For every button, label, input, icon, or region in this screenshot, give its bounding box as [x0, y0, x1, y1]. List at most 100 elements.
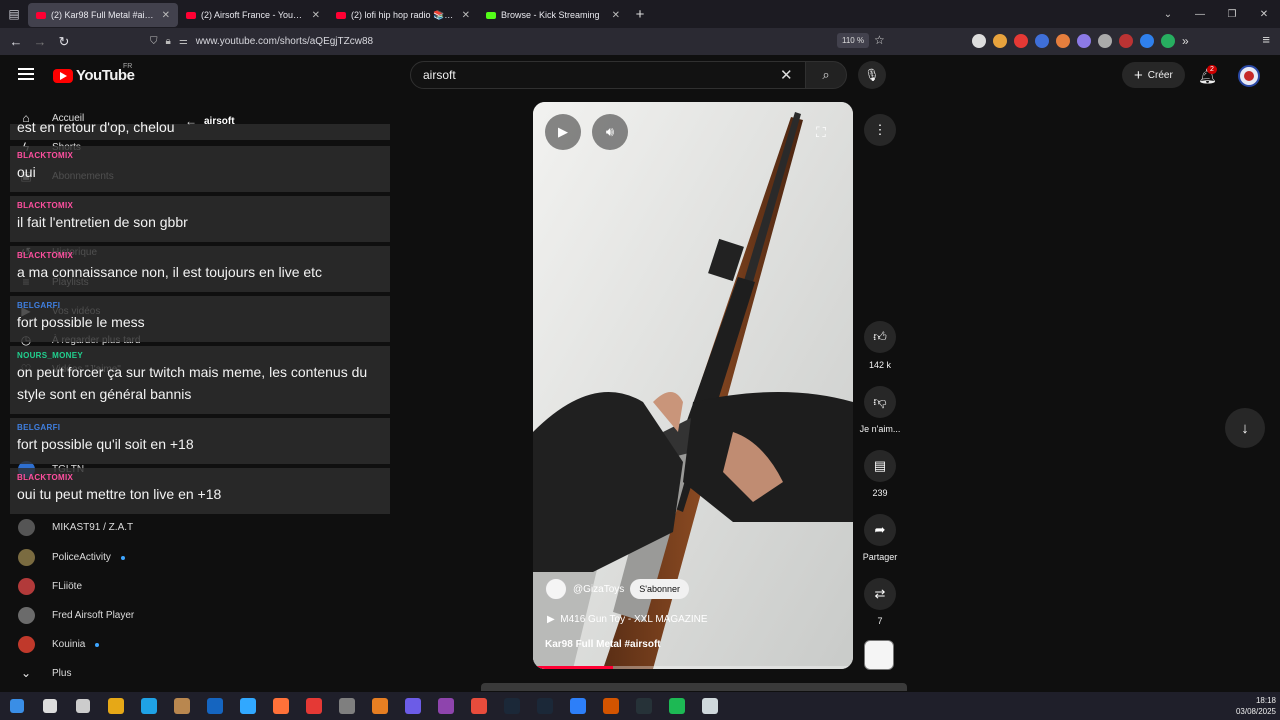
taskbar-app[interactable]	[297, 692, 330, 720]
channel-avatar[interactable]	[545, 578, 567, 600]
youtube-logo[interactable]: YouTube FR	[53, 63, 135, 84]
extension-icon[interactable]	[1077, 34, 1091, 48]
close-tab-icon[interactable]: ✕	[162, 10, 170, 21]
live-dot	[120, 555, 125, 560]
sidebar-item[interactable]: MIKAST91 / Z.A.T	[18, 519, 133, 536]
taskbar-app[interactable]	[132, 692, 165, 720]
channel-name[interactable]: @GizaToys	[573, 584, 624, 595]
extension-icon[interactable]	[1119, 34, 1133, 48]
permissions-icon[interactable]: ⚌	[179, 36, 188, 47]
taskbar-app[interactable]	[198, 692, 231, 720]
taskbar-app[interactable]	[99, 692, 132, 720]
play-button[interactable]: ▶	[545, 114, 581, 150]
video-progress-bar[interactable]	[533, 666, 853, 669]
taskbar-app[interactable]	[528, 692, 561, 720]
taskbar-app[interactable]	[429, 692, 462, 720]
url-text[interactable]: www.youtube.com/shorts/aQEgjTZcw88	[196, 36, 373, 47]
lock-icon[interactable]: 🔒︎	[166, 36, 171, 47]
remix-button[interactable]: ⇄	[864, 578, 896, 610]
puzzle-icon[interactable]	[1098, 34, 1112, 48]
adblock-icon[interactable]	[1014, 34, 1028, 48]
new-tab-button[interactable]: +	[628, 6, 652, 23]
share-button[interactable]: ➦	[864, 514, 896, 546]
chevron-down-icon: ⌄	[20, 666, 32, 680]
extension-icon[interactable]	[1035, 34, 1049, 48]
maximize-button[interactable]: ❐	[1216, 9, 1248, 20]
close-tab-icon[interactable]: ✕	[312, 10, 320, 21]
tab-overflow-icon[interactable]: ⌄	[1152, 9, 1184, 20]
taskbar-app[interactable]	[462, 692, 495, 720]
overflow-chevron-icon[interactable]: »	[1182, 34, 1189, 48]
next-short-button[interactable]: ↓	[1225, 408, 1265, 448]
like-button[interactable]: 👍︎	[864, 321, 896, 353]
extension-icon[interactable]	[972, 34, 986, 48]
close-window-button[interactable]: ✕	[1248, 9, 1280, 20]
search-button[interactable]: ⌕	[805, 61, 847, 89]
taskbar-app[interactable]	[33, 692, 66, 720]
taskbar-app[interactable]	[495, 692, 528, 720]
dislike-button[interactable]: 👎︎	[864, 386, 896, 418]
taskbar-app[interactable]	[660, 692, 693, 720]
browser-tab[interactable]: (2) Airsoft France - YouTube ✕	[178, 3, 328, 27]
account-avatar[interactable]	[1238, 65, 1260, 87]
create-button[interactable]: + Créer	[1122, 62, 1185, 88]
hashtag-link[interactable]: #airsoft	[624, 639, 660, 650]
extension-icon[interactable]	[1161, 34, 1175, 48]
reload-button[interactable]: ↻	[52, 34, 76, 50]
subscribe-button[interactable]: S'abonner	[630, 579, 690, 599]
mute-button[interactable]: 🔊︎	[592, 114, 628, 150]
taskbar-app[interactable]	[396, 692, 429, 720]
taskbar-app[interactable]	[363, 692, 396, 720]
sound-thumbnail[interactable]	[864, 640, 894, 670]
sidebar-item[interactable]: Fred Airsoft Player	[18, 607, 134, 624]
shorts-player[interactable]: ▶ 🔊︎ ⛶ @GizaToys S'abonner ▶ M416 Gun To…	[533, 102, 853, 669]
comments-button[interactable]: ▤	[864, 450, 896, 482]
extension-icon[interactable]	[1140, 34, 1154, 48]
chat-message: BLACKTOMIX il fait l'entretien de son gbb…	[10, 196, 390, 242]
photoshop-icon	[239, 698, 256, 714]
search-input[interactable]: airsoft	[410, 61, 806, 89]
shield-icon[interactable]: ⛉	[150, 36, 158, 47]
taskbar-app[interactable]	[0, 692, 33, 720]
extension-icon[interactable]	[1056, 34, 1070, 48]
taskbar-app[interactable]	[693, 692, 726, 720]
taskbar-app[interactable]	[231, 692, 264, 720]
zoom-level[interactable]: 110 %	[837, 33, 870, 48]
sidebar-item[interactable]: FLiiöte	[18, 578, 82, 595]
taskbar-app[interactable]	[561, 692, 594, 720]
tab-list-icon[interactable]: ▤	[0, 0, 28, 28]
browser-tab[interactable]: (2) Kar98 Full Metal #airsoft - Yo ✕	[28, 3, 178, 27]
fullscreen-icon[interactable]: ⛶	[816, 124, 826, 141]
app-menu-icon[interactable]: ≡	[1262, 32, 1270, 47]
sidebar-item[interactable]: Kouinia	[18, 636, 100, 653]
clear-search-icon[interactable]: ✕	[780, 66, 793, 84]
extension-icon[interactable]	[993, 34, 1007, 48]
more-options-button[interactable]: ⋮	[864, 114, 896, 146]
notification-count-badge: 2	[1207, 65, 1217, 74]
music-link[interactable]: ▶ M416 Gun Toy - XXL MAGAZINE	[547, 614, 708, 625]
voice-search-button[interactable]: 🎙︎	[858, 61, 886, 89]
system-clock[interactable]: 18:18 03/08/2025	[1236, 695, 1276, 717]
bookmark-star-icon[interactable]: ☆	[874, 33, 885, 47]
close-tab-icon[interactable]: ✕	[462, 10, 470, 21]
hamburger-menu-icon[interactable]	[18, 68, 34, 80]
bottom-panel-handle[interactable]	[481, 683, 907, 691]
sidebar-item[interactable]: ⌄ Plus	[18, 665, 71, 681]
sidebar-item[interactable]: PoliceActivity	[18, 549, 125, 566]
browser-tab[interactable]: Browse - Kick Streaming ✕	[478, 3, 628, 27]
chat-message: BLACKTOMIX oui	[10, 146, 390, 192]
taskbar-app[interactable]	[627, 692, 660, 720]
search-term-chip[interactable]: airsoft	[204, 116, 235, 127]
back-button[interactable]: ←	[4, 34, 28, 49]
taskbar-app[interactable]	[330, 692, 363, 720]
browser-tab[interactable]: (2) lofi hip hop radio 📚 be ✕	[328, 3, 478, 27]
taskbar-app[interactable]	[264, 692, 297, 720]
back-arrow-icon[interactable]: ←	[185, 114, 197, 128]
taskbar-app[interactable]	[66, 692, 99, 720]
forward-button[interactable]: →	[28, 34, 52, 49]
minimize-button[interactable]: —	[1184, 9, 1216, 20]
close-tab-icon[interactable]: ✕	[612, 10, 620, 21]
taskbar-app[interactable]	[594, 692, 627, 720]
url-bar[interactable]: ⛉ 🔒︎ ⚌ www.youtube.com/shorts/aQEgjTZcw8…	[150, 31, 890, 52]
taskbar-app[interactable]	[165, 692, 198, 720]
